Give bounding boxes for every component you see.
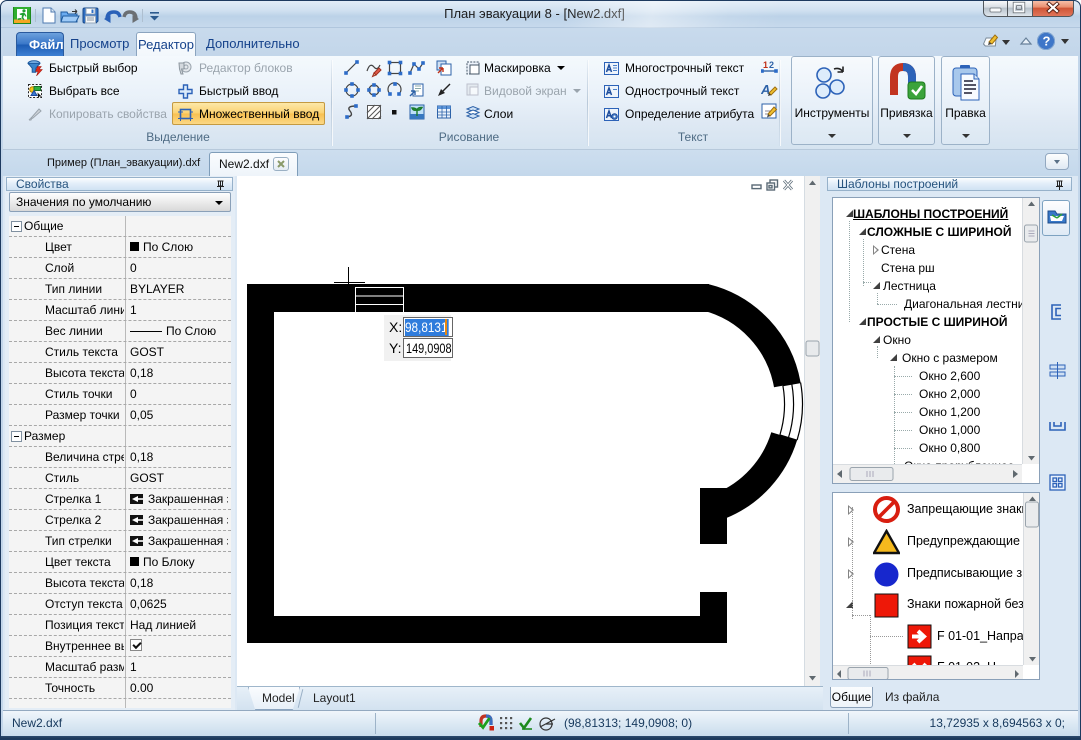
svg-text:2: 2: [769, 60, 774, 70]
svg-text:1: 1: [763, 60, 768, 70]
svg-text:?: ?: [1043, 34, 1051, 49]
